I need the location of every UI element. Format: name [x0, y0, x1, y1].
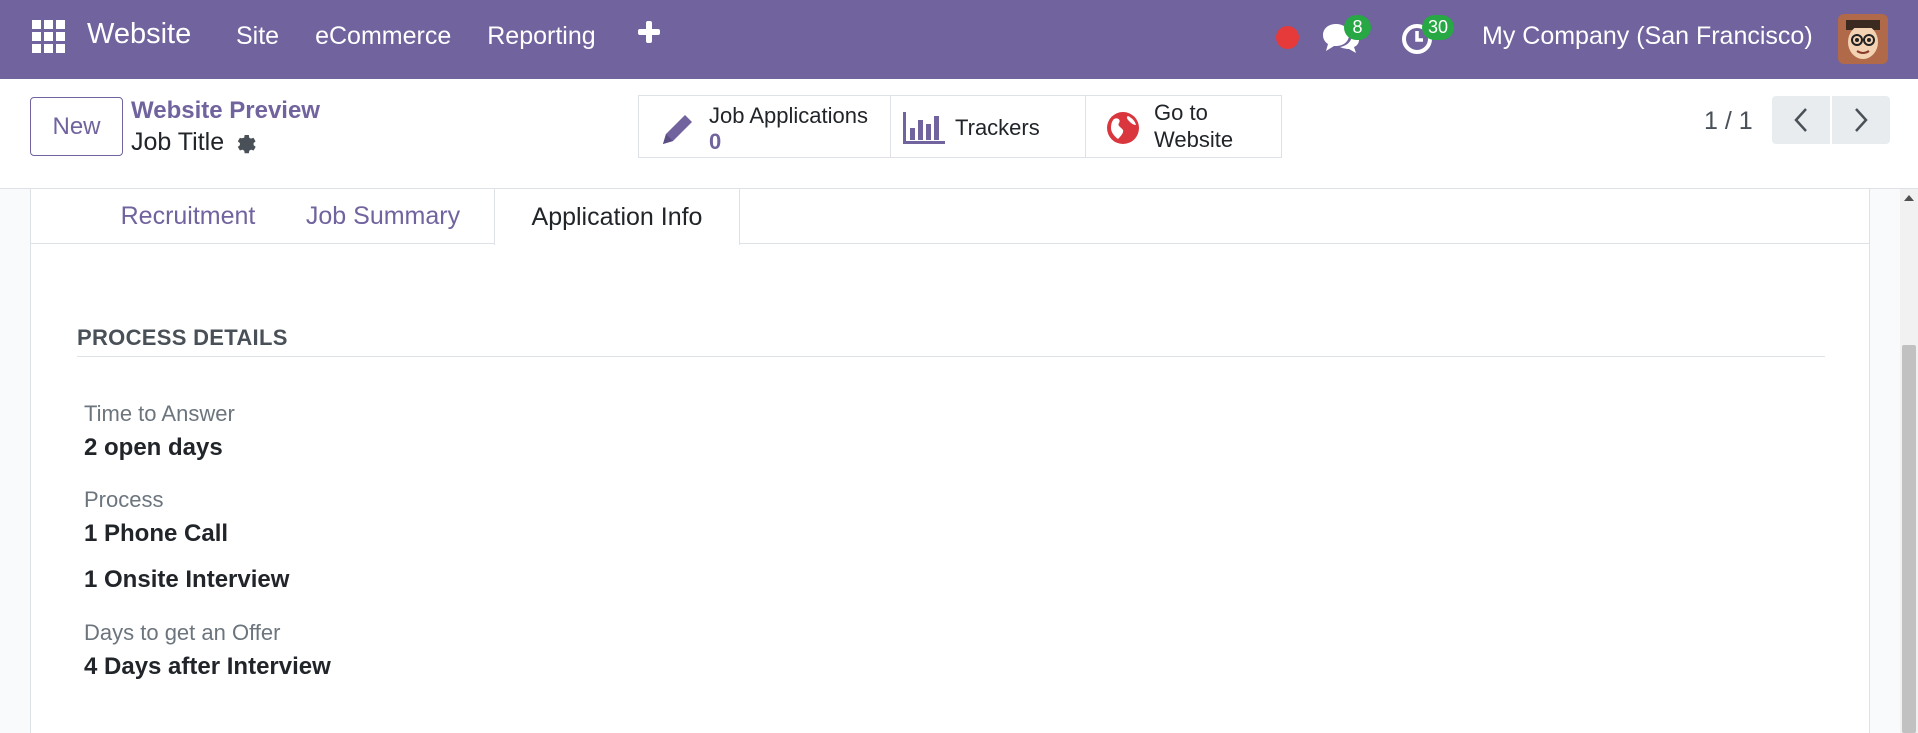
app-name[interactable]: Website: [87, 18, 191, 51]
process-step-phone-call[interactable]: 1 Phone Call: [84, 520, 228, 548]
menu-reporting[interactable]: Reporting: [487, 22, 595, 51]
menu-site[interactable]: Site: [236, 22, 279, 51]
activities-badge: 30: [1422, 15, 1455, 40]
pager-next-button[interactable]: [1832, 96, 1890, 144]
job-applications-count: 0: [709, 129, 722, 154]
days-to-offer-value[interactable]: 4 Days after Interview: [84, 653, 331, 681]
form-sheet: Recruitment Job Summary Application Info…: [30, 189, 1870, 733]
bar-chart-icon: [903, 112, 945, 144]
time-to-answer-value[interactable]: 2 open days: [84, 434, 223, 462]
app-grid-icon[interactable]: [32, 20, 65, 53]
chevron-right-icon: [1855, 108, 1868, 132]
go-to-website-button[interactable]: Go to Website: [1086, 95, 1282, 158]
trackers-label: Trackers: [955, 115, 1040, 140]
tab-recruitment[interactable]: Recruitment: [108, 189, 268, 244]
globe-icon: [1107, 112, 1139, 144]
go-to-label: Go to: [1154, 100, 1208, 125]
control-panel: New Website Preview Job Title Job Applic…: [0, 79, 1918, 189]
process-step-onsite-interview[interactable]: 1 Onsite Interview: [84, 566, 289, 594]
user-avatar[interactable]: [1838, 14, 1888, 64]
tab-job-summary[interactable]: Job Summary: [298, 189, 468, 244]
website-label: Website: [1154, 127, 1234, 152]
record-icon[interactable]: [1276, 26, 1299, 49]
notebook-tabs: Recruitment Job Summary Application Info: [31, 189, 1869, 245]
gear-icon[interactable]: [234, 131, 258, 155]
process-details-heading: PROCESS DETAILS: [77, 325, 288, 350]
smart-buttons: Job Applications 0 Trackers Go to Websit…: [638, 95, 1282, 158]
scrollbar-thumb[interactable]: [1902, 345, 1916, 733]
section-divider: [77, 356, 1825, 357]
process-label: Process: [84, 487, 164, 512]
job-applications-label: Job Applications: [709, 103, 868, 128]
pager-value[interactable]: 1 / 1: [1704, 107, 1753, 136]
company-switcher[interactable]: My Company (San Francisco): [1482, 22, 1813, 51]
new-button[interactable]: New: [30, 97, 123, 156]
time-to-answer-label: Time to Answer: [84, 401, 235, 426]
chevron-left-icon: [1794, 108, 1807, 132]
days-to-offer-label: Days to get an Offer: [84, 620, 281, 645]
top-navbar: Website Site eCommerce Reporting 8 30 My…: [0, 0, 1918, 79]
scrollbar[interactable]: [1900, 189, 1918, 733]
pencil-icon: [663, 115, 692, 144]
job-applications-button[interactable]: Job Applications 0: [638, 95, 891, 158]
trackers-button[interactable]: Trackers: [891, 95, 1086, 158]
messages-badge: 8: [1344, 15, 1371, 40]
menu-ecommerce[interactable]: eCommerce: [315, 22, 451, 51]
pager-previous-button[interactable]: [1772, 96, 1830, 144]
record-title: Job Title: [131, 128, 225, 156]
plus-icon[interactable]: [638, 20, 660, 43]
main-menu: Site eCommerce Reporting: [236, 22, 632, 51]
breadcrumb-website-preview[interactable]: Website Preview: [131, 97, 320, 125]
scroll-up-arrow-icon[interactable]: [1904, 195, 1914, 201]
tab-application-info[interactable]: Application Info: [494, 189, 740, 245]
